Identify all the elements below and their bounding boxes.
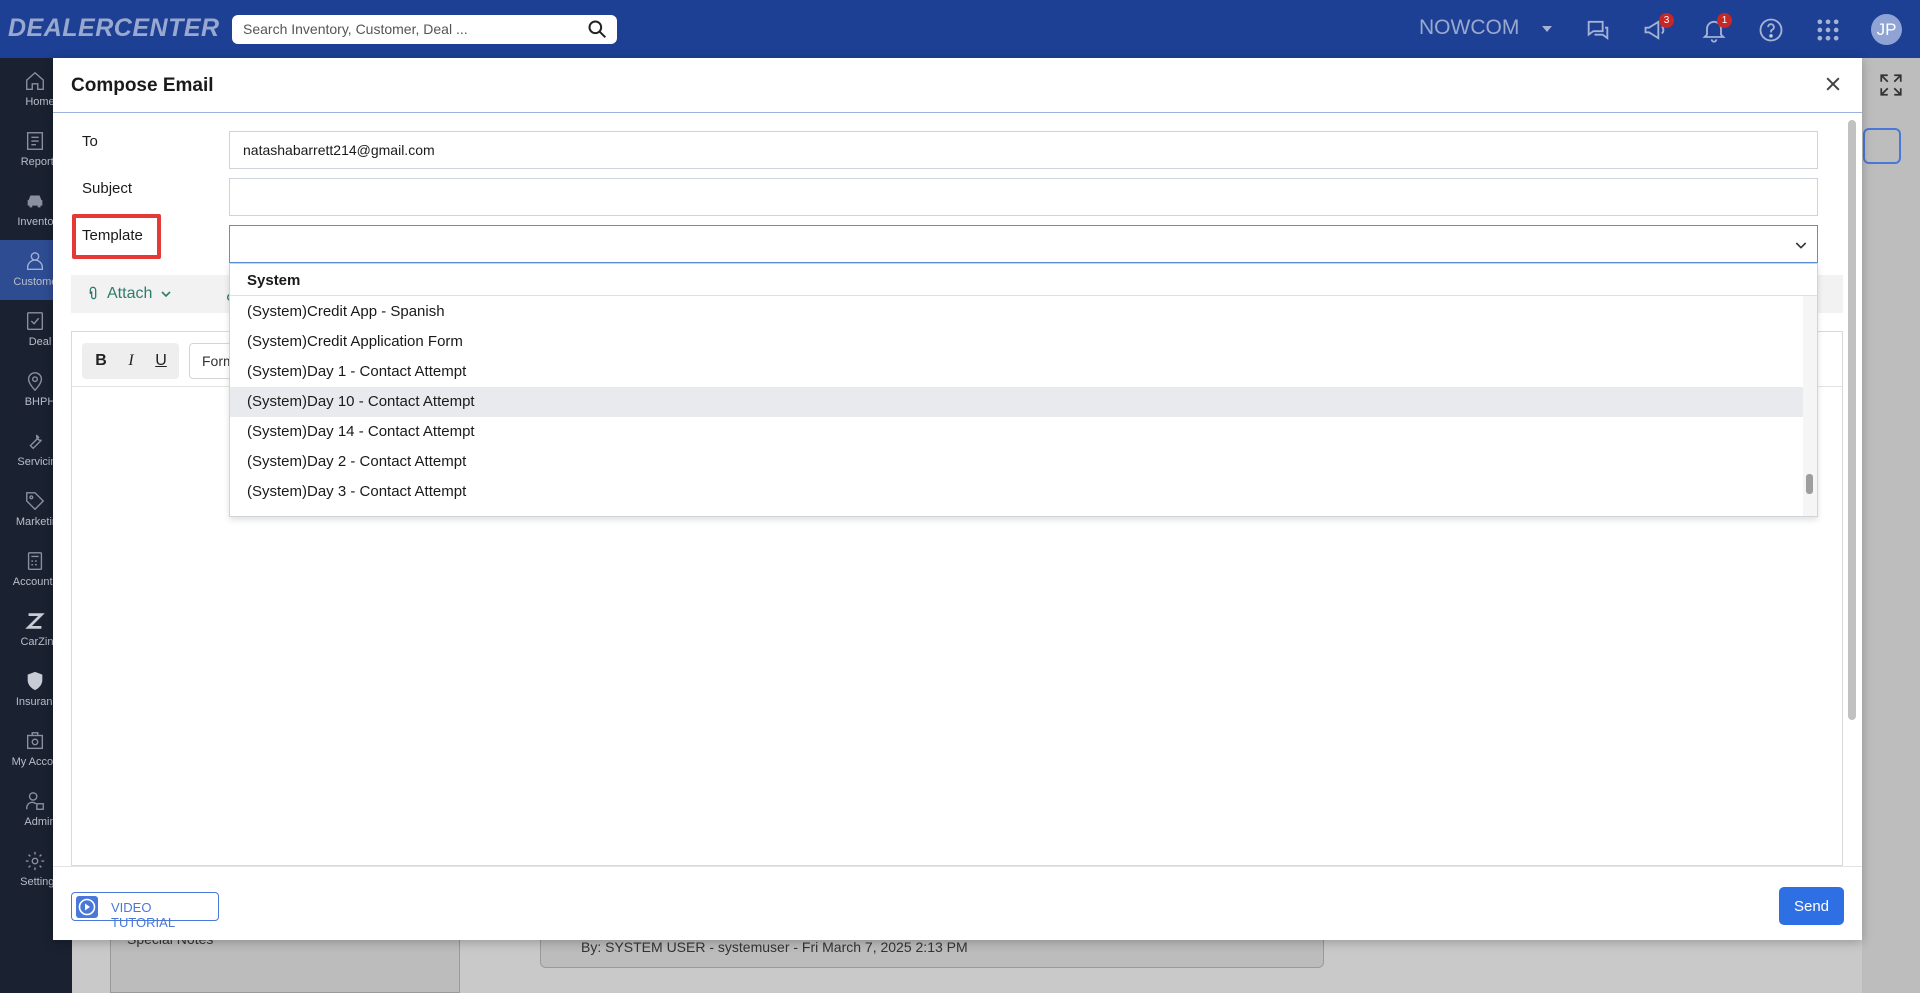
italic-button[interactable]: I (118, 348, 144, 374)
dropdown-group-header: System (230, 264, 1817, 296)
announcement-badge: 3 (1659, 13, 1674, 28)
global-search[interactable]: Search Inventory, Customer, Deal ... (232, 15, 617, 44)
chat-icon[interactable] (1584, 16, 1612, 44)
deal-icon (26, 312, 44, 330)
search-placeholder: Search Inventory, Customer, Deal ... (243, 21, 468, 37)
video-tutorial-button[interactable]: VIDEO TUTORIAL (71, 892, 219, 930)
carzing-icon (25, 613, 45, 629)
modal-header: Compose Email (53, 58, 1862, 113)
caret-down-icon[interactable] (1542, 26, 1552, 32)
top-bar: DEALERCENTER Search Inventory, Customer,… (0, 0, 1920, 58)
expand-icon[interactable] (1878, 72, 1904, 98)
modal-title: Compose Email (71, 75, 214, 96)
paperclip-icon (89, 286, 97, 300)
chevron-down-icon (1795, 242, 1807, 249)
location-icon (27, 372, 43, 392)
external-link-button[interactable] (1863, 128, 1901, 164)
modal-footer: VIDEO TUTORIAL Send (53, 866, 1862, 940)
modal-scroll-thumb[interactable] (1848, 120, 1856, 720)
to-field[interactable] (229, 131, 1818, 169)
wrench-icon (29, 434, 42, 450)
attach-label: Attach (107, 285, 153, 302)
compose-email-modal: Compose Email To Subject Template Attach… (53, 58, 1862, 940)
underline-button[interactable]: U (148, 348, 174, 374)
notification-badge: 1 (1717, 13, 1732, 28)
template-option[interactable]: (System)Day 3 - Contact Attempt (230, 477, 1803, 507)
home-icon (26, 71, 44, 90)
calculator-icon (27, 552, 43, 570)
dropdown-scroll-thumb[interactable] (1806, 474, 1813, 494)
admin-icon (26, 792, 44, 810)
background-right-panel (1862, 58, 1920, 993)
user-avatar[interactable]: JP (1871, 14, 1902, 45)
dealer-switcher[interactable]: NOWCOM (1419, 16, 1519, 40)
close-icon[interactable] (1823, 74, 1843, 94)
template-dropdown-list: System (System)Credit App - Spanish (Sys… (229, 263, 1818, 517)
attach-button[interactable]: Attach (85, 282, 174, 306)
account-icon (26, 732, 44, 750)
help-icon[interactable] (1757, 16, 1785, 44)
tag-icon (26, 492, 45, 511)
subject-label: Subject (82, 180, 133, 197)
announcement-button[interactable]: 3 (1642, 13, 1674, 44)
play-icon (76, 896, 98, 918)
reports-icon (26, 132, 44, 150)
bold-button[interactable]: B (88, 348, 114, 374)
dealercenter-logo[interactable]: DEALERCENTER (8, 14, 220, 43)
template-label: Template (82, 227, 143, 244)
gear-icon (25, 851, 45, 871)
dropdown-scrollbar[interactable] (1803, 296, 1817, 516)
send-button[interactable]: Send (1779, 887, 1844, 925)
apps-grid-icon[interactable] (1814, 16, 1842, 44)
template-option[interactable]: (System)Day 14 - Contact Attempt (230, 417, 1803, 447)
chevron-down-icon (161, 291, 171, 298)
car-icon (27, 195, 43, 208)
search-icon[interactable] (587, 19, 607, 39)
template-option[interactable]: (System)Day 1 - Contact Attempt (230, 357, 1803, 387)
note-byline: By: SYSTEM USER - systemuser - Fri March… (581, 939, 968, 955)
template-option[interactable]: (System)Credit App - Spanish (230, 297, 1803, 327)
video-tutorial-label: VIDEO TUTORIAL (111, 900, 176, 930)
text-style-group: B I U (82, 343, 179, 379)
notification-button[interactable]: 1 (1700, 13, 1732, 44)
customer-icon (26, 252, 44, 270)
template-option-hovered[interactable]: (System)Day 10 - Contact Attempt (230, 387, 1803, 417)
shield-icon (27, 671, 43, 691)
dropdown-group-label: System (247, 272, 301, 289)
template-option[interactable]: (System)Day 2 - Contact Attempt (230, 447, 1803, 477)
template-select[interactable] (229, 225, 1818, 263)
template-option[interactable]: (System)Credit Application Form (230, 327, 1803, 357)
subject-field[interactable] (229, 178, 1818, 216)
modal-scrollbar[interactable] (1847, 120, 1857, 720)
to-label: To (82, 133, 98, 150)
